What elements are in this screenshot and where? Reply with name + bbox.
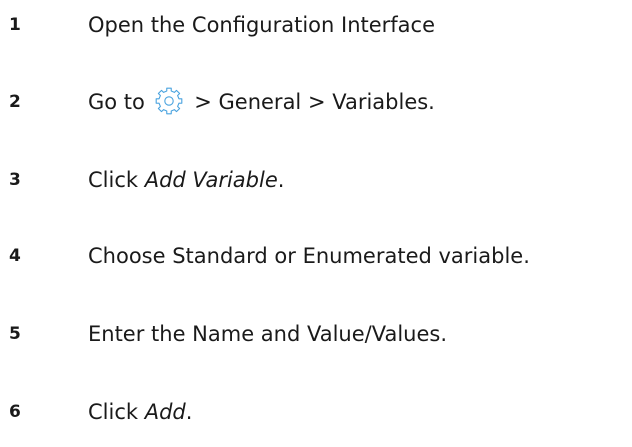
- step-text-before: Click: [88, 400, 139, 424]
- step-text-after: > General > Variables.: [187, 90, 435, 114]
- ui-element-label: Add: [144, 400, 186, 424]
- step-5: 5 Enter the Name and Value/Values.: [0, 314, 632, 354]
- step-text: Click Add.: [88, 392, 192, 432]
- step-3: 3 Click Add Variable.: [0, 160, 632, 200]
- step-1: 1 Open the Configuration Interface: [0, 5, 632, 45]
- step-text: Choose Standard or Enumerated variable.: [88, 236, 530, 276]
- step-number: 6: [9, 402, 21, 422]
- step-text-content: Enter the Name and Value/Values.: [88, 322, 448, 346]
- step-number: 3: [9, 170, 21, 190]
- step-2: 2 Go to > General > Variables.: [0, 82, 632, 122]
- step-text-after: .: [277, 168, 285, 192]
- step-text: Open the Configuration Interface: [88, 5, 435, 45]
- step-6: 6 Click Add.: [0, 392, 632, 432]
- step-text-before: Go to: [88, 90, 152, 114]
- step-number: 4: [9, 246, 21, 266]
- gear-icon: [155, 87, 182, 115]
- step-text: Click Add Variable.: [88, 160, 284, 200]
- step-number: 1: [9, 15, 21, 35]
- step-number: 5: [9, 324, 21, 344]
- step-text-content: Choose Standard or Enumerated variable.: [88, 244, 530, 268]
- step-number: 2: [9, 92, 21, 112]
- step-text-before: Click: [88, 168, 139, 192]
- ui-element-label: Add Variable: [144, 168, 278, 192]
- step-text-after: .: [185, 400, 193, 424]
- step-text-content: Open the Configuration Interface: [88, 13, 436, 37]
- step-text: Go to > General > Variables.: [88, 82, 435, 122]
- step-4: 4 Choose Standard or Enumerated variable…: [0, 236, 632, 276]
- step-text: Enter the Name and Value/Values.: [88, 314, 447, 354]
